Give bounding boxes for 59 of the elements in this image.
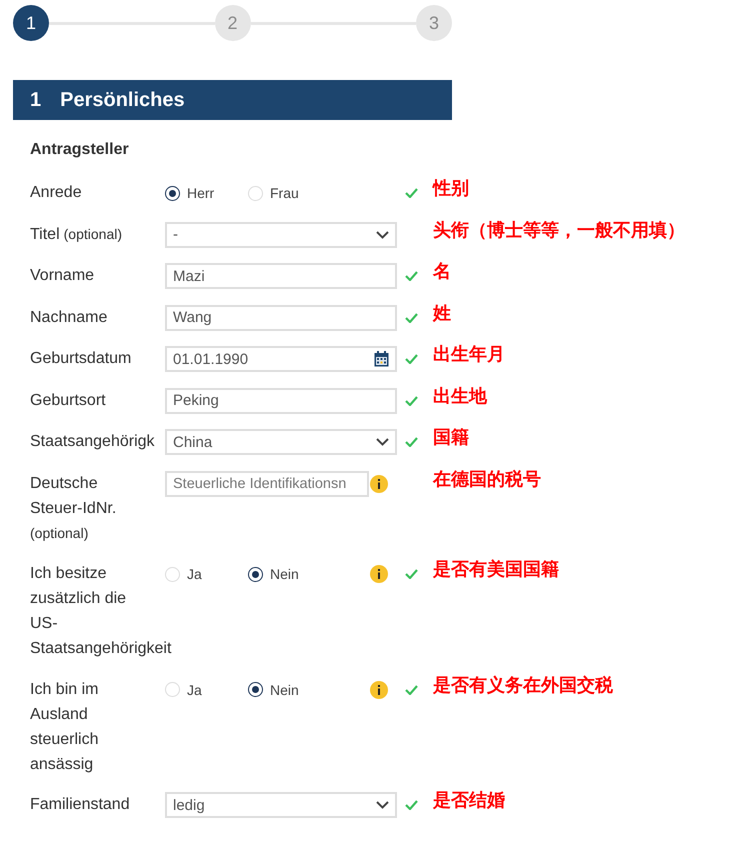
field-label: Ich bin im — [30, 680, 98, 700]
select-field[interactable]: ledig — [165, 792, 397, 818]
info-icon[interactable] — [370, 474, 388, 492]
field-label: Staatsangehörigkeit — [30, 639, 172, 659]
chevron-down-icon — [376, 438, 389, 446]
radio-option[interactable]: Nein — [248, 682, 331, 698]
annotation-note: 出生年月 — [432, 346, 506, 364]
field-label: Geburtsdatum — [30, 349, 132, 369]
field-label: zusätzlich die — [30, 589, 126, 609]
section-number: 1 — [30, 88, 42, 112]
info-icon[interactable] — [370, 680, 388, 698]
field-label: Familienstand — [30, 795, 130, 815]
annotation-note: 头衔（博士等等，一般不用填） — [432, 222, 686, 240]
annotation-note: 姓 — [432, 304, 452, 322]
radio-option[interactable]: Herr — [165, 185, 248, 201]
radio-button[interactable] — [248, 682, 263, 697]
radio-option[interactable]: Ja — [165, 566, 248, 582]
chevron-down-icon — [376, 230, 389, 238]
optional-note: (optional) — [64, 226, 122, 242]
field-label: Ich besitze — [30, 564, 106, 584]
annotation-note: 性别 — [431, 180, 470, 198]
input-field[interactable]: Steuerliche Identifikationsn — [165, 470, 369, 496]
annotation-note: 是否有美国国籍 — [432, 561, 560, 579]
chevron-down-icon — [376, 801, 389, 809]
radio-option[interactable]: Frau — [248, 185, 331, 201]
input-field[interactable]: Wang — [165, 304, 397, 330]
select-field[interactable]: China — [165, 429, 397, 455]
annotation-note: 在德国的税号 — [432, 470, 542, 488]
section-title: Persönliches — [60, 88, 185, 112]
field-label: steuerlich — [30, 730, 98, 750]
step-indicator[interactable]: 1 — [13, 5, 49, 41]
field-label: Steuer-IdNr. — [30, 498, 116, 518]
calendar-icon[interactable] — [374, 351, 389, 367]
annotation-note: 出生地 — [432, 388, 488, 406]
radio-button[interactable] — [165, 186, 180, 200]
subsection-title: Antragsteller — [30, 141, 130, 160]
field-label: Ausland — [30, 704, 88, 724]
field-label: Deutsche — [30, 474, 98, 494]
annotation-note: 名 — [432, 263, 452, 281]
optional-note: (optional) — [30, 524, 90, 543]
field-label: Nachname — [30, 308, 108, 328]
field-label: US- — [30, 614, 58, 634]
annotation-note: 是否结婚 — [432, 792, 506, 810]
field-label: ansässig — [30, 754, 94, 774]
field-label: Geburtsort — [30, 390, 106, 410]
date-field[interactable]: 01.01.1990 — [165, 346, 397, 372]
field-label: Staatsangehörigk — [30, 432, 155, 452]
field-label: Anrede — [30, 183, 82, 203]
input-field[interactable]: Peking — [165, 388, 397, 414]
info-icon[interactable] — [370, 565, 388, 583]
field-label: Vorname — [30, 266, 94, 286]
radio-option[interactable]: Nein — [248, 566, 331, 582]
annotation-note: 国籍 — [432, 429, 470, 447]
radio-option[interactable]: Ja — [165, 682, 248, 698]
select-field[interactable]: - — [165, 222, 397, 248]
input-field[interactable]: Mazi — [165, 263, 397, 289]
annotation-note: 是否有义务在外国交税 — [432, 676, 614, 694]
radio-button[interactable] — [248, 566, 263, 582]
field-label: Titel (optional) — [30, 224, 122, 244]
